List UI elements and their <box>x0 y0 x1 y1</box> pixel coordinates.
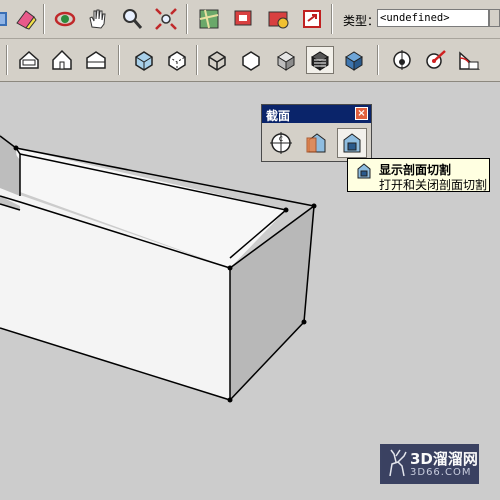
display-section-planes-icon <box>306 133 326 153</box>
display-section-cuts-button[interactable] <box>337 128 367 158</box>
display-section-cuts-icon <box>343 133 361 153</box>
orbit-icon[interactable] <box>51 5 79 33</box>
palette-title: 截面 <box>266 109 291 123</box>
toolbar-separator <box>196 45 198 75</box>
type-dropdown-button[interactable] <box>489 9 500 27</box>
type-select-value: <undefined> <box>380 12 450 24</box>
section-palette: 截面 × C <box>261 104 372 162</box>
front-view-icon[interactable] <box>48 46 76 74</box>
model-viewport[interactable] <box>0 82 500 500</box>
watermark-text: 3D溜溜网 <box>410 450 478 468</box>
pan-icon[interactable] <box>83 5 111 33</box>
zoom-extents-icon[interactable] <box>152 5 180 33</box>
eraser-icon[interactable] <box>12 5 40 33</box>
zoom-icon[interactable] <box>118 5 146 33</box>
add-location-icon[interactable] <box>195 5 223 33</box>
watermark-logo: 3D溜溜网 3D66.COM <box>380 444 479 484</box>
monochrome-icon[interactable] <box>340 46 368 74</box>
share-model-icon[interactable] <box>298 5 326 33</box>
tooltip: 显示剖面切割 打开和关闭剖面切割 <box>347 158 490 192</box>
toolbar-separator <box>6 45 8 75</box>
top-toolbar: 类型： <undefined> <box>0 0 500 39</box>
box-model <box>0 134 317 403</box>
walk-icon[interactable] <box>422 46 450 74</box>
palette-titlebar[interactable]: 截面 × <box>262 105 371 123</box>
type-label: 类型： <box>343 14 380 28</box>
svg-text:C: C <box>279 136 283 143</box>
toolbar-separator <box>43 4 45 34</box>
display-section-cuts-icon <box>355 162 373 183</box>
look-around-icon[interactable] <box>455 46 483 74</box>
toolbar-separator <box>331 4 333 34</box>
back-edges-icon[interactable] <box>163 46 191 74</box>
close-button[interactable]: × <box>355 107 368 120</box>
top-view-icon[interactable] <box>15 46 43 74</box>
toolbar-separator <box>377 45 379 75</box>
get-models-icon[interactable] <box>264 5 292 33</box>
deer-logo-icon <box>389 449 407 477</box>
display-section-planes-button[interactable] <box>302 128 332 158</box>
toolbar-separator <box>118 45 120 75</box>
shaded-icon[interactable] <box>272 46 300 74</box>
toggle-terrain-icon[interactable] <box>229 5 257 33</box>
section-plane-button[interactable]: C <box>266 128 296 158</box>
close-icon: × <box>357 108 366 119</box>
watermark-subtext: 3D66.COM <box>410 467 472 478</box>
hidden-line-icon[interactable] <box>237 46 265 74</box>
shaded-with-textures-icon[interactable] <box>306 46 334 74</box>
position-camera-icon[interactable] <box>388 46 416 74</box>
toolbar-separator <box>186 4 188 34</box>
views-toolbar <box>0 39 500 82</box>
section-plane-icon: C <box>270 132 292 154</box>
xray-icon[interactable] <box>130 46 158 74</box>
wireframe-icon[interactable] <box>203 46 231 74</box>
right-view-icon[interactable] <box>82 46 110 74</box>
type-select[interactable]: <undefined> <box>377 9 489 27</box>
tooltip-description: 打开和关闭剖面切割 <box>379 178 488 192</box>
